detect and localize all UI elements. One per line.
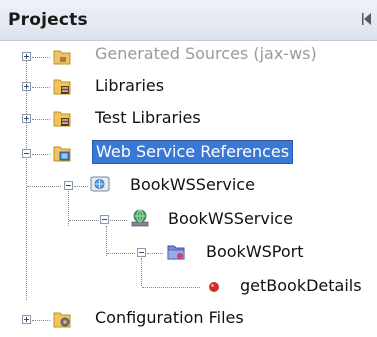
panel-header: Projects bbox=[0, 0, 377, 41]
expand-toggle[interactable] bbox=[22, 82, 31, 91]
tree-item-bookws-service-node[interactable]: BookWSService bbox=[0, 205, 377, 235]
tree-item-label: Test Libraries bbox=[95, 108, 201, 127]
tree-item-label: BookWSPort bbox=[206, 242, 304, 261]
web-service-icon bbox=[90, 176, 110, 192]
operation-icon bbox=[209, 282, 219, 292]
collapse-toggle[interactable] bbox=[64, 181, 73, 190]
panel-title: Projects bbox=[8, 10, 88, 30]
service-globe-icon bbox=[131, 209, 149, 227]
projects-panel: Projects Generated Sources (jax-ws) Libr… bbox=[0, 0, 377, 337]
expand-toggle[interactable] bbox=[22, 315, 31, 324]
library-folder-icon bbox=[53, 111, 71, 127]
tree-item-bookws-service[interactable]: BookWSService bbox=[0, 171, 377, 201]
tree-item-label: BookWSService bbox=[130, 175, 255, 194]
tree-item-generated-sources[interactable]: Generated Sources (jax-ws) bbox=[0, 42, 377, 72]
collapse-toggle[interactable] bbox=[137, 248, 146, 257]
tree-item-label: Configuration Files bbox=[95, 308, 244, 327]
tree-item-libraries[interactable]: Libraries bbox=[0, 72, 377, 102]
tree-item-label: Web Service References bbox=[92, 140, 294, 164]
expand-toggle[interactable] bbox=[22, 114, 31, 123]
collapse-toggle[interactable] bbox=[100, 215, 109, 224]
folder-icon bbox=[53, 50, 71, 65]
minimize-panel-icon[interactable] bbox=[361, 11, 373, 27]
tree-item-get-book-details[interactable]: getBookDetails bbox=[0, 272, 377, 302]
collapse-toggle[interactable] bbox=[22, 149, 31, 158]
tree-item-test-libraries[interactable]: Test Libraries bbox=[0, 104, 377, 134]
tree-item-label: Libraries bbox=[95, 76, 165, 95]
tree-item-label: getBookDetails bbox=[240, 276, 362, 295]
tree-item-web-service-references[interactable]: Web Service References bbox=[0, 139, 377, 169]
config-folder-icon bbox=[53, 312, 71, 328]
tree-item-configuration-files[interactable]: Configuration Files bbox=[0, 305, 377, 335]
tree-item-bookws-port[interactable]: BookWSPort bbox=[0, 238, 377, 268]
expand-toggle[interactable] bbox=[22, 52, 31, 61]
port-folder-icon bbox=[167, 245, 185, 260]
library-folder-icon bbox=[53, 79, 71, 95]
tree-item-label: BookWSService bbox=[168, 209, 293, 228]
web-service-folder-icon bbox=[53, 146, 71, 162]
tree-item-label: Generated Sources (jax-ws) bbox=[95, 44, 317, 63]
